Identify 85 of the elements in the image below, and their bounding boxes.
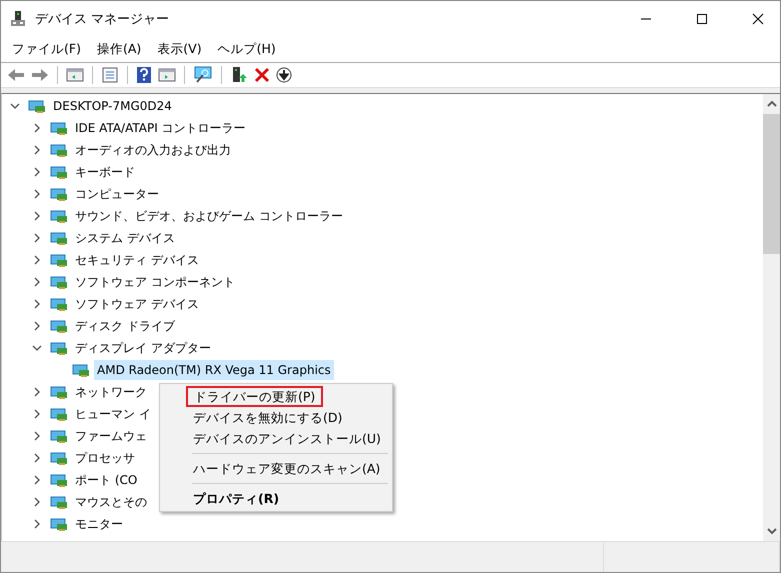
tree-item[interactable]: AMD Radeon(TM) RX Vega 11 Graphics (94, 360, 334, 380)
tree-item[interactable]: ポート (CO (72, 470, 140, 490)
menu-item[interactable]: 表示(V) (157, 41, 202, 58)
device-icon (50, 340, 68, 356)
context-menu-item[interactable]: ドライバーの更新(P) (186, 386, 324, 407)
device-icon (50, 230, 68, 246)
chevron-icon[interactable] (32, 409, 42, 419)
device-icon (50, 186, 68, 202)
device-icon (50, 472, 68, 488)
device-icon (50, 450, 68, 466)
chevron-icon[interactable] (32, 431, 42, 441)
tree-item[interactable]: システム デバイス (72, 228, 178, 248)
tree-item[interactable]: モニター (72, 514, 126, 534)
scrollbar-thumb[interactable] (763, 114, 780, 254)
scroll-down-icon[interactable] (766, 527, 776, 535)
tree-item[interactable]: ヒューマン イ (72, 404, 154, 424)
help-icon[interactable] (136, 66, 152, 84)
device-icon (50, 318, 68, 334)
tree-item[interactable]: プロセッサ (72, 448, 138, 468)
chevron-icon[interactable] (32, 475, 42, 485)
chevron-icon[interactable] (32, 211, 42, 221)
device-icon (50, 120, 68, 136)
device-icon (50, 494, 68, 510)
tree-item[interactable]: IDE ATA/ATAPI コントローラー (72, 118, 249, 138)
chevron-icon[interactable] (32, 145, 42, 155)
device-icon (50, 208, 68, 224)
device-icon (50, 296, 68, 312)
context-menu-item[interactable]: デバイスのアンインストール(U) (186, 428, 388, 449)
menu-item[interactable]: ヘルプ(H) (218, 41, 276, 58)
tree-item[interactable]: マウスとその (72, 492, 150, 512)
device-icon (50, 142, 68, 158)
chevron-icon[interactable] (32, 167, 42, 177)
window-title: デバイス マネージャー (35, 11, 170, 28)
chevron-icon[interactable] (32, 453, 42, 463)
device-icon (72, 362, 90, 378)
chevron-icon[interactable] (10, 101, 20, 111)
close-icon[interactable] (752, 13, 764, 25)
device-icon (50, 406, 68, 422)
tree-item[interactable]: サウンド、ビデオ、およびゲーム コントローラー (72, 206, 346, 226)
monitor-search-icon[interactable] (193, 66, 213, 84)
chevron-icon[interactable] (32, 387, 42, 397)
chevron-icon[interactable] (32, 277, 42, 287)
chevron-icon[interactable] (32, 123, 42, 133)
chevron-icon[interactable] (32, 233, 42, 243)
tree-item[interactable]: DESKTOP-7MG0D24 (50, 96, 175, 116)
tree-item[interactable]: キーボード (72, 162, 138, 182)
device-icon (50, 164, 68, 180)
tree-item[interactable]: ファームウェ (72, 426, 150, 446)
menu-item[interactable]: 操作(A) (96, 41, 142, 58)
chevron-icon[interactable] (32, 343, 42, 353)
context-menu-item[interactable]: デバイスを無効にする(D) (186, 407, 350, 428)
tree-item[interactable]: ディスプレイ アダプター (72, 338, 214, 358)
device-icon (50, 384, 68, 400)
forward-arrow-icon[interactable] (31, 67, 49, 83)
properties-icon[interactable] (101, 67, 119, 83)
device-manager-icon (9, 10, 27, 28)
panel-icon[interactable] (158, 67, 176, 83)
tree-item[interactable]: ソフトウェア デバイス (72, 294, 202, 314)
chevron-icon[interactable] (32, 519, 42, 529)
tree-item[interactable]: コンピューター (72, 184, 162, 204)
device-icon (50, 252, 68, 268)
driver-update-icon[interactable] (230, 66, 248, 84)
device-icon (50, 516, 68, 532)
maximize-icon[interactable] (696, 13, 708, 25)
panel-icon[interactable] (66, 67, 84, 83)
chevron-icon[interactable] (32, 497, 42, 507)
chevron-icon[interactable] (32, 189, 42, 199)
context-menu-item[interactable]: ハードウェア変更のスキャン(A) (186, 458, 388, 479)
device-icon (50, 428, 68, 444)
context-menu-item[interactable]: プロパティ(R) (186, 488, 286, 509)
scroll-up-icon[interactable] (766, 100, 776, 108)
chevron-icon[interactable] (32, 255, 42, 265)
tree-item[interactable]: ネットワーク (72, 382, 150, 402)
chevron-icon[interactable] (32, 299, 42, 309)
tree-item[interactable]: セキュリティ デバイス (72, 250, 202, 270)
chevron-icon[interactable] (32, 321, 42, 331)
device-icon (28, 98, 46, 114)
tree-item[interactable]: オーディオの入力および出力 (72, 140, 234, 160)
device-icon (50, 274, 68, 290)
back-arrow-icon[interactable] (7, 67, 25, 83)
tree-item[interactable]: ソフトウェア コンポーネント (72, 272, 238, 292)
menu-item[interactable]: ファイル(F) (12, 41, 81, 58)
tree-item[interactable]: ディスク ドライブ (72, 316, 178, 336)
delete-icon[interactable] (254, 67, 270, 83)
download-icon[interactable] (276, 67, 292, 83)
